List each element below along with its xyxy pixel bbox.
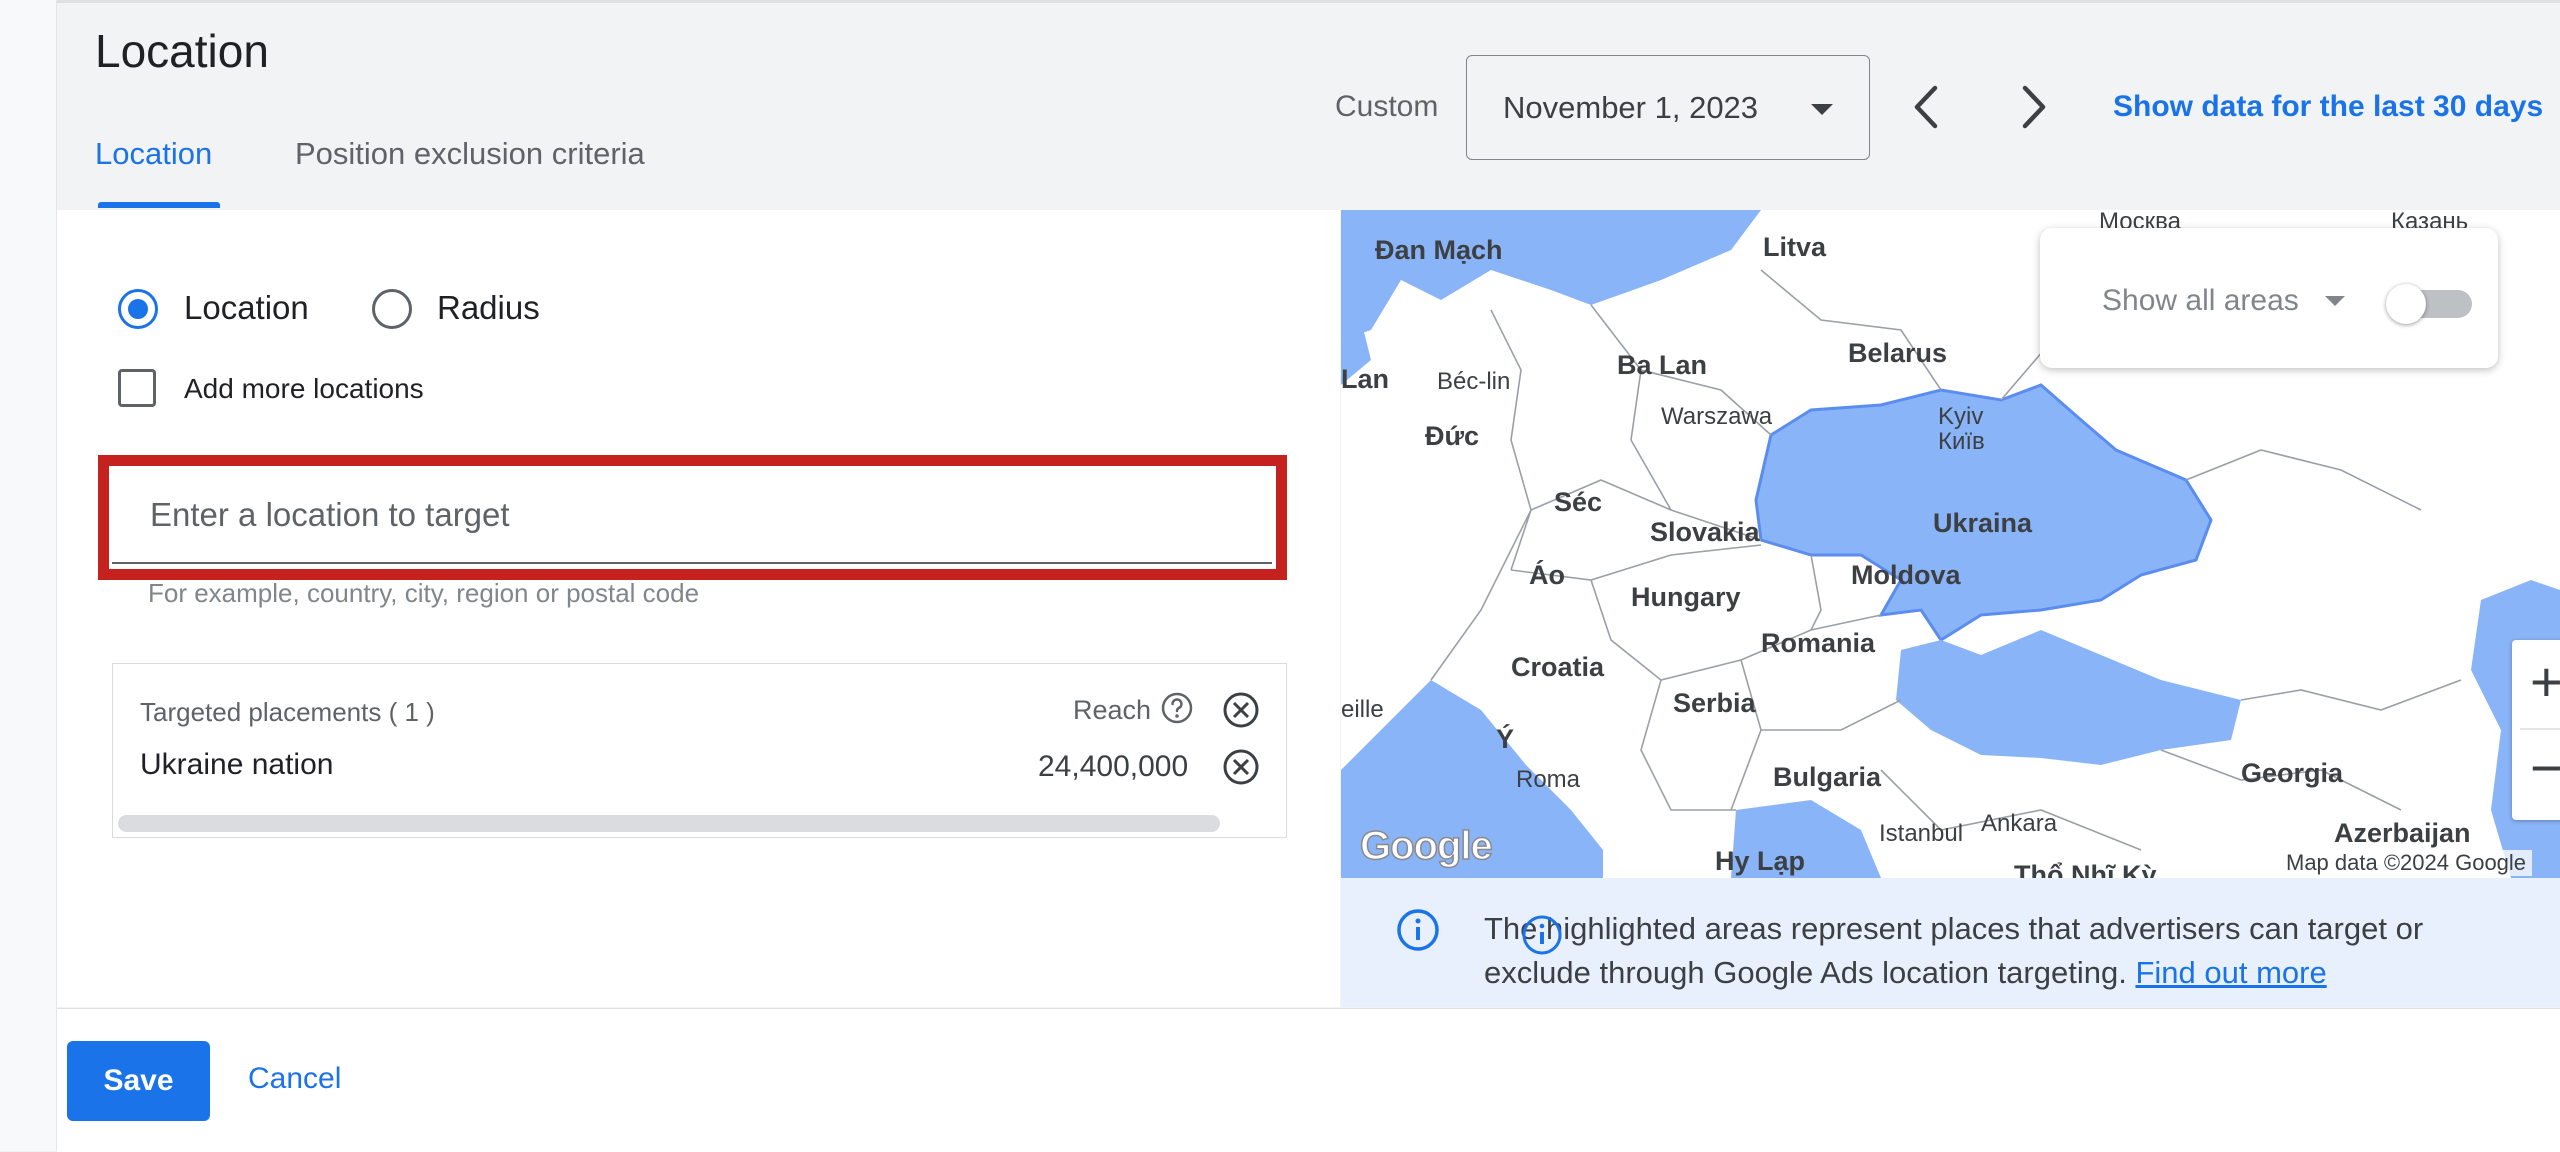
top-divider (0, 0, 2560, 3)
custom-range-label: Custom (1335, 90, 1439, 123)
add-more-locations-label[interactable]: Add more locations (184, 373, 424, 405)
map-label-germany: Đức (1425, 421, 1480, 451)
toggle-knob[interactable] (2386, 284, 2426, 324)
map-border-10 (1761, 699, 1902, 731)
map-label-bulgaria: Bulgaria (1773, 762, 1882, 792)
map-label-eille: eille (1341, 696, 1384, 723)
location-search-helper: For example, country, city, region or po… (148, 578, 700, 608)
date-select-value: November 1, 2023 (1503, 90, 1759, 125)
map-label-belarus: Belarus (1848, 338, 1948, 368)
radio-location-label[interactable]: Location (184, 289, 309, 327)
map-label-romania: Romania (1761, 628, 1876, 658)
remove-placement-icon[interactable] (1221, 747, 1261, 787)
map-label-turkey: Thổ Nhĩ Kỳ (2014, 860, 2157, 878)
placement-name: Ukraine nation (140, 748, 334, 781)
info-overlay-icon (1522, 915, 1562, 955)
zoom-out-button[interactable]: − (2530, 740, 2560, 796)
date-select[interactable]: November 1, 2023 (1466, 55, 1870, 160)
info-text: The highlighted areas represent places t… (1484, 907, 2534, 995)
map-label-kyiv-cyr: Київ (1938, 428, 1985, 455)
map-label-austria: Áo (1529, 560, 1565, 590)
cancel-button[interactable]: Cancel (248, 1062, 341, 1096)
map-border-14 (2240, 679, 2462, 711)
map-label-slovakia: Slovakia (1650, 517, 1760, 547)
map-label-italy: Ý (1496, 724, 1515, 754)
map-border-7 (1810, 554, 1822, 631)
map-label-lithuania: Litva (1763, 232, 1827, 262)
map-label-moldova: Moldova (1851, 560, 1961, 590)
map-label-hungary: Hungary (1631, 582, 1741, 612)
left-rail (0, 0, 57, 1151)
placement-reach: 24,400,000 (1038, 750, 1189, 783)
help-icon[interactable] (1160, 691, 1194, 725)
chevron-right-icon[interactable] (2008, 78, 2058, 136)
show-areas-select[interactable]: Show all areas (2102, 284, 2299, 318)
map-label-czech: Séc (1554, 487, 1603, 517)
clear-all-icon[interactable] (1221, 690, 1261, 730)
map-label-ukraine: Ukraina (1933, 508, 2033, 538)
map-label-denmark: Đan Mạch (1375, 235, 1503, 265)
map-label-poland: Ba Lan (1617, 350, 1708, 380)
map-label-rome: Roma (1516, 766, 1581, 793)
map-label-lan: Lan (1341, 364, 1390, 394)
footer-bar (57, 1008, 2560, 1152)
info-icon (1397, 909, 1439, 951)
caret-down-icon (1811, 104, 1833, 115)
map-border-11 (1760, 269, 1942, 391)
map-border-8 (1730, 659, 1762, 811)
chevron-left-icon[interactable] (1902, 78, 1952, 136)
add-more-locations-checkbox[interactable] (118, 369, 156, 407)
active-tab-indicator (98, 202, 220, 208)
map-label-greece: Hy Lạp (1715, 846, 1806, 876)
radio-location[interactable] (118, 289, 158, 329)
map-border-1 (1490, 309, 1532, 571)
map-border-13 (2185, 449, 2422, 511)
radio-radius[interactable] (372, 289, 412, 329)
map-label-warsaw: Warszawa (1661, 403, 1773, 430)
find-out-more-link[interactable]: Find out more (2135, 955, 2326, 990)
show-areas-card: Show all areas (2040, 228, 2498, 368)
targeted-placements-header: Targeted placements ( 1 ) (140, 697, 435, 727)
map-label-istanbul: Istanbul (1879, 820, 1964, 847)
reach-header: Reach (1073, 695, 1152, 725)
radio-radius-label[interactable]: Radius (437, 289, 540, 327)
map-zoom-controls: + − (2512, 640, 2560, 820)
map-black-sea (1896, 630, 2241, 765)
zoom-in-button[interactable]: + (2530, 654, 2560, 710)
map-label-azerbaijan: Azerbaijan (2334, 818, 2471, 848)
caret-down-icon (2325, 296, 2345, 306)
google-logo: Google (1359, 823, 1493, 869)
zoom-divider (2520, 728, 2560, 730)
save-button[interactable]: Save (67, 1041, 210, 1121)
map-label-berlin: Béc-lin (1437, 368, 1511, 395)
map-border-6 (1630, 369, 1672, 511)
tab-location[interactable]: Location (95, 136, 212, 172)
map-label-serbia: Serbia (1673, 688, 1756, 718)
map-label-ankara: Ankara (1981, 810, 2058, 837)
tab-position-exclusion[interactable]: Position exclusion criteria (295, 136, 645, 172)
map-label-kyiv: Kyiv (1938, 403, 1984, 430)
map-baltic-sea (1341, 210, 1761, 340)
map-label-croatia: Croatia (1511, 652, 1605, 682)
map-attribution[interactable]: Map data ©2024 Google (2280, 850, 2533, 876)
horizontal-scrollbar[interactable] (118, 815, 1220, 832)
map-label-georgia: Georgia (2241, 758, 2344, 788)
page-title: Location (95, 25, 269, 77)
last-30-days-link[interactable]: Show data for the last 30 days (2113, 90, 2543, 124)
location-search-input[interactable] (112, 468, 1272, 564)
